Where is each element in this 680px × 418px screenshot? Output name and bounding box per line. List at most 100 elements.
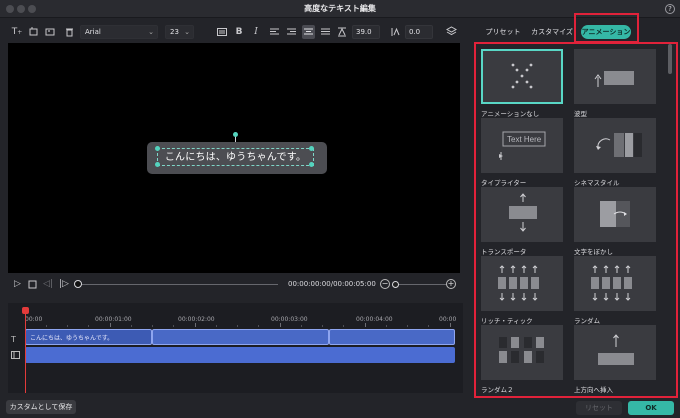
animation-grid-scrollbar[interactable] (668, 44, 672, 74)
ruler-minor-tick (322, 325, 323, 327)
text-box[interactable]: こんにちは、ゆうちゃんです。 (147, 142, 327, 174)
animation-label: タイプライター (481, 179, 527, 187)
ruler-minor-tick (386, 325, 387, 327)
ruler-minor-tick (173, 325, 174, 327)
text-clip[interactable]: こんにちは、ゆうちゃんです。 (25, 329, 152, 345)
character-spacing-input[interactable]: 39.0 (352, 25, 380, 39)
italic-button[interactable]: I (251, 25, 261, 39)
playback-controls: ▷ ◁| |▷ 00:00:00:00/00:00:05:00 − + (8, 276, 463, 292)
ruler-minor-tick (216, 325, 217, 327)
resize-handle-bottom-left[interactable] (155, 162, 160, 167)
random-icon (574, 256, 656, 311)
tab-presets[interactable]: プリセット (483, 25, 523, 39)
ruler-label: 00:00:03:00 (271, 316, 308, 323)
line-spacing-icon (391, 25, 401, 39)
animation-label: ランダム２ (481, 386, 514, 394)
animation-label: 波型 (574, 110, 587, 118)
character-spacing-icon (337, 25, 347, 39)
zoom-in-icon[interactable]: + (446, 279, 456, 289)
preview-text[interactable]: こんにちは、ゆうちゃんです。 (157, 148, 314, 166)
ruler-minor-tick (67, 325, 68, 327)
video-track-bar[interactable] (25, 347, 455, 363)
ruler-minor-tick (301, 325, 302, 327)
ruler-label: 00:00:02:00 (178, 316, 215, 323)
ruler-minor-tick (131, 325, 132, 327)
resize-handle-top-right[interactable] (309, 146, 314, 151)
align-center-icon[interactable] (302, 25, 315, 39)
typewriter-sample-text: Text Here (507, 135, 542, 144)
ruler-label: 00:00:01:00 (95, 316, 132, 323)
timeline-panel: 00:00 00:00:01:00 00:00:02:00 00:00:03:0… (8, 303, 463, 393)
character-spacing-value: 39.0 (356, 28, 372, 36)
timeline-playhead[interactable] (25, 309, 26, 393)
ruler-minor-tick (152, 325, 153, 327)
animation-grid: アニメーションなし 波型 Text Here タイプライター シネマスタイル ト… (477, 44, 667, 394)
animation-label: アニメーションなし (481, 110, 540, 118)
wave-icon (574, 49, 656, 104)
delete-icon[interactable] (64, 25, 74, 39)
save-as-custom-button[interactable]: カスタムとして保存 (6, 400, 76, 414)
line-spacing-value: 0.0 (409, 28, 421, 36)
insert-up-icon (574, 325, 656, 380)
ruler-tick (450, 323, 451, 327)
animation-label: ランダム (574, 317, 600, 325)
zoom-slider-track[interactable] (393, 284, 447, 285)
font-family-select[interactable]: Arial ⌄ (80, 25, 158, 39)
video-track-icon (11, 351, 20, 361)
ruler-minor-tick (407, 325, 408, 327)
rotate-handle[interactable] (233, 132, 238, 137)
footer: カスタムとして保存 リセット OK (0, 396, 680, 418)
text-style-icon[interactable] (216, 25, 227, 39)
zoom-slider-knob[interactable] (392, 281, 399, 288)
play-icon[interactable]: ▷ (14, 278, 21, 290)
animation-label: リッチ・ティック (481, 317, 533, 325)
playback-scrubber-knob[interactable] (74, 280, 82, 288)
next-frame-icon[interactable]: |▷ (59, 278, 69, 290)
transporter-icon (481, 187, 563, 242)
prev-frame-icon[interactable]: ◁| (43, 278, 53, 290)
random2-icon (481, 325, 563, 380)
align-right-icon[interactable] (286, 25, 297, 39)
stop-icon[interactable] (28, 278, 37, 293)
blur-text-icon (574, 187, 656, 242)
font-size-select[interactable]: 23 ⌄ (165, 25, 194, 39)
tab-customize[interactable]: カスタマイズ (528, 25, 576, 39)
text-track-icon: T (11, 335, 16, 344)
playback-scrubber-track[interactable] (78, 284, 278, 285)
typewriter-icon: Text Here (481, 118, 563, 173)
no-animation-icon (481, 49, 563, 104)
animation-clip[interactable] (329, 329, 455, 345)
add-text-icon[interactable]: T+ (11, 25, 23, 39)
resize-handle-top-left[interactable] (155, 146, 160, 151)
playhead-marker[interactable] (22, 307, 29, 314)
help-icon[interactable]: ? (665, 4, 675, 14)
ruler-minor-tick (88, 325, 89, 327)
font-family-value: Arial (85, 28, 101, 36)
align-left-icon[interactable] (269, 25, 280, 39)
ok-button[interactable]: OK (628, 401, 674, 415)
ruler-label: 00:00:04:00 (356, 316, 393, 323)
crop-text-icon[interactable] (28, 25, 40, 39)
bold-button[interactable]: B (234, 25, 244, 39)
animation-label: 文字をぼかし (574, 248, 613, 256)
layers-icon[interactable] (445, 25, 457, 39)
align-justify-icon[interactable] (320, 25, 331, 39)
ruler-minor-tick (428, 325, 429, 327)
chevron-down-icon: ⌄ (184, 28, 190, 36)
clip-label: こんにちは、ゆうちゃんです。 (30, 335, 114, 342)
reset-button[interactable]: リセット (576, 401, 622, 415)
animation-label: 上方向へ挿入 (574, 386, 613, 394)
rich-tick-icon (481, 256, 563, 311)
add-image-icon[interactable] (44, 25, 56, 39)
resize-handle-bottom-right[interactable] (309, 162, 314, 167)
font-size-value: 23 (170, 28, 179, 36)
ruler-minor-tick (343, 325, 344, 327)
line-spacing-input[interactable]: 0.0 (405, 25, 433, 39)
timeline-ruler[interactable]: 00:00 00:00:01:00 00:00:02:00 00:00:03:0… (25, 309, 456, 327)
zoom-out-icon[interactable]: − (380, 279, 390, 289)
video-preview[interactable]: こんにちは、ゆうちゃんです。 (8, 43, 460, 273)
animation-clip[interactable] (152, 329, 329, 345)
advanced-text-editor-window: 高度なテキスト編集 ? T+ Arial ⌄ 23 ⌄ B I 39.0 0.0… (0, 0, 680, 418)
ruler-tick (365, 323, 366, 327)
animation-label: シネマスタイル (574, 179, 620, 187)
